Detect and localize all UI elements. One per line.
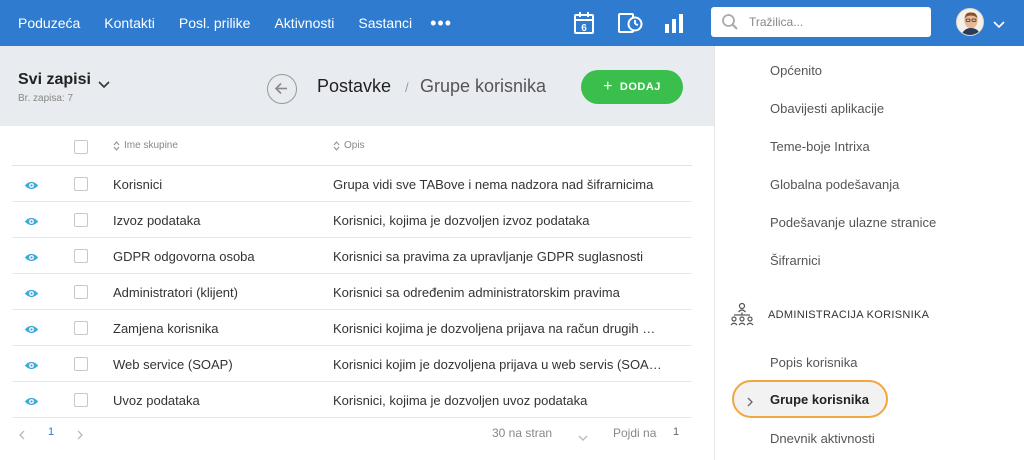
group-description: Korisnici sa pravima za upravljanje GDPR…: [333, 249, 643, 264]
settings-sidebar: Općenito Obavijesti aplikacije Teme-boje…: [714, 46, 1024, 460]
nav-item-activities[interactable]: Aktivnosti: [274, 15, 334, 31]
settings-item-activity-log[interactable]: Dnevnik aktivnosti: [770, 431, 875, 446]
list-header: Svi zapisi Br. zapisa: 7 Postavke / Grup…: [0, 46, 714, 126]
settings-item-user-groups[interactable]: Grupe korisnika: [732, 380, 888, 418]
group-name[interactable]: GDPR odgovorna osoba: [113, 249, 255, 264]
settings-item-codebooks[interactable]: Šifrarnici: [770, 253, 821, 268]
group-description: Korisnici kojima je dozvoljena prijava n…: [333, 321, 656, 336]
user-hierarchy-icon: [730, 302, 754, 331]
row-checkbox[interactable]: [74, 321, 88, 335]
nav-item-meetings[interactable]: Sastanci: [358, 15, 412, 31]
table-row[interactable]: Izvoz podataka Korisnici, kojima je dozv…: [12, 202, 692, 238]
calendar-day: 6: [581, 23, 587, 34]
main-nav: Poduzeća Kontakti Posl. prilike Aktivnos…: [18, 0, 452, 46]
group-description: Korisnici, kojima je dozvoljen izvoz pod…: [333, 213, 590, 228]
records-filter-title[interactable]: Svi zapisi: [18, 71, 91, 89]
more-menu-icon[interactable]: •••: [430, 14, 452, 32]
settings-item-themes[interactable]: Teme-boje Intrixa: [770, 139, 870, 154]
view-eye-icon[interactable]: [24, 250, 39, 268]
chevron-down-icon[interactable]: [578, 429, 588, 447]
chevron-down-icon[interactable]: [993, 16, 1005, 34]
goto-page-input[interactable]: 1: [673, 426, 679, 438]
calendar-icon[interactable]: 6: [573, 11, 597, 35]
settings-item-global[interactable]: Globalna podešavanja: [770, 177, 899, 192]
column-header-name-label: Ime skupine: [124, 140, 178, 151]
back-button[interactable]: [267, 74, 297, 104]
column-header-name[interactable]: Ime skupine: [113, 140, 178, 151]
table-row[interactable]: Zamjena korisnika Korisnici kojima je do…: [12, 310, 692, 346]
page-title: Grupe korisnika: [420, 76, 547, 96]
sort-icon: [333, 140, 340, 151]
chevron-right-icon: [746, 394, 754, 412]
tasks-clock-icon[interactable]: [617, 11, 643, 35]
search-input[interactable]: [749, 12, 919, 32]
group-name[interactable]: Izvoz podataka: [113, 213, 200, 228]
add-button-label: DODAJ: [619, 81, 661, 93]
goto-page-label: Pojdi na: [613, 426, 657, 440]
main-panel: Svi zapisi Br. zapisa: 7 Postavke / Grup…: [0, 46, 714, 460]
breadcrumb-parent[interactable]: Postavke: [317, 76, 391, 97]
settings-item-landing-page[interactable]: Podešavanje ulazne stranice: [770, 215, 936, 230]
view-eye-icon[interactable]: [24, 286, 39, 304]
table-row[interactable]: Korisnici Grupa vidi sve TABove i nema n…: [12, 166, 692, 202]
breadcrumb-separator: /: [405, 80, 409, 95]
avatar[interactable]: [956, 8, 984, 36]
group-name[interactable]: Uvoz podataka: [113, 393, 200, 408]
settings-item-user-groups-label: Grupe korisnika: [770, 392, 869, 407]
view-eye-icon[interactable]: [24, 394, 39, 412]
sort-icon: [113, 140, 120, 151]
top-bar: Poduzeća Kontakti Posl. prilike Aktivnos…: [0, 0, 1024, 46]
view-eye-icon[interactable]: [24, 214, 39, 232]
group-name[interactable]: Administratori (klijent): [113, 285, 238, 300]
group-description: Korisnici sa određenim administratorskim…: [333, 285, 620, 300]
row-checkbox[interactable]: [74, 213, 88, 227]
section-title-user-admin: ADMINISTRACIJA KORISNIKA: [768, 309, 930, 321]
group-name[interactable]: Korisnici: [113, 177, 162, 192]
row-checkbox[interactable]: [74, 249, 88, 263]
settings-item-notifications[interactable]: Obavijesti aplikacije: [770, 101, 884, 116]
group-description: Korisnici, kojima je dozvoljen uvoz poda…: [333, 393, 588, 408]
per-page-select[interactable]: 30 na stran: [492, 426, 552, 440]
settings-item-user-list[interactable]: Popis korisnika: [770, 355, 857, 370]
search-box: [711, 7, 931, 37]
plus-icon: +: [603, 78, 613, 95]
row-checkbox[interactable]: [74, 393, 88, 407]
row-checkbox[interactable]: [74, 357, 88, 371]
view-eye-icon[interactable]: [24, 322, 39, 340]
nav-item-contacts[interactable]: Kontakti: [104, 15, 155, 31]
group-description: Korisnici kojim je dozvoljena prijava u …: [333, 357, 662, 372]
column-header-description[interactable]: Opis: [333, 140, 365, 151]
chevron-down-icon[interactable]: [98, 76, 110, 94]
nav-item-companies[interactable]: Poduzeća: [18, 15, 80, 31]
view-eye-icon[interactable]: [24, 358, 39, 376]
pagination: 1 30 na stran Pojdi na 1: [12, 418, 692, 448]
row-checkbox[interactable]: [74, 177, 88, 191]
current-page[interactable]: 1: [48, 426, 54, 438]
group-name[interactable]: Zamjena korisnika: [113, 321, 219, 336]
view-eye-icon[interactable]: [24, 178, 39, 196]
records-count: Br. zapisa: 7: [18, 93, 74, 104]
nav-item-opportunities[interactable]: Posl. prilike: [179, 15, 251, 31]
select-all-checkbox[interactable]: [74, 140, 88, 154]
next-page-icon[interactable]: [76, 427, 84, 445]
table-row[interactable]: Uvoz podataka Korisnici, kojima je dozvo…: [12, 382, 692, 418]
column-header-description-label: Opis: [344, 140, 365, 151]
table-header: Ime skupine Opis: [12, 128, 692, 166]
settings-item-general[interactable]: Općenito: [770, 63, 822, 78]
groups-table: Ime skupine Opis Korisnici Grupa vidi sv…: [12, 128, 692, 418]
group-name[interactable]: Web service (SOAP): [113, 357, 233, 372]
row-checkbox[interactable]: [74, 285, 88, 299]
reports-chart-icon[interactable]: [663, 11, 687, 35]
table-row[interactable]: Administratori (klijent) Korisnici sa od…: [12, 274, 692, 310]
add-button[interactable]: + DODAJ: [581, 70, 683, 104]
group-description: Grupa vidi sve TABove i nema nadzora nad…: [333, 177, 654, 192]
table-row[interactable]: GDPR odgovorna osoba Korisnici sa pravim…: [12, 238, 692, 274]
prev-page-icon[interactable]: [18, 427, 26, 445]
table-row[interactable]: Web service (SOAP) Korisnici kojim je do…: [12, 346, 692, 382]
search-icon: [721, 13, 739, 36]
